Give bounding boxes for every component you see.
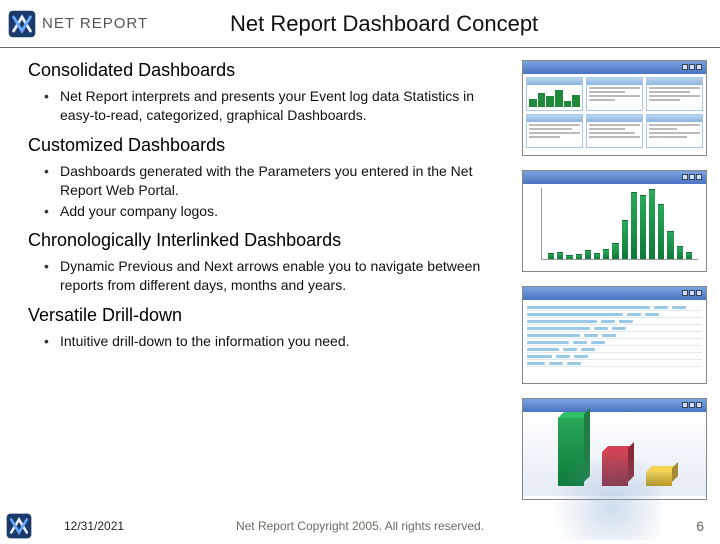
bullet-list: Dashboards generated with the Parameters… (28, 162, 510, 221)
slide-content: Consolidated Dashboards Net Report inter… (0, 48, 720, 504)
slide-footer: 12/31/2021 Net Report Copyright 2005. Al… (0, 512, 720, 540)
netreport-logo-icon (8, 10, 36, 38)
slide-header: NET REPORT Net Report Dashboard Concept (0, 0, 720, 48)
section-heading: Versatile Drill-down (28, 305, 510, 326)
bullet-item: Intuitive drill-down to the information … (44, 332, 510, 351)
window-titlebar-icon (523, 171, 706, 184)
table-thumbnail (522, 286, 707, 384)
slide-title: Net Report Dashboard Concept (200, 11, 720, 37)
window-titlebar-icon (523, 399, 706, 412)
window-titlebar-icon (523, 61, 706, 74)
page-number: 6 (696, 518, 704, 534)
bullet-item: Dynamic Previous and Next arrows enable … (44, 257, 510, 295)
brand-text: NET REPORT (42, 15, 148, 32)
barchart-thumbnail (522, 170, 707, 272)
netreport-logo-icon (6, 513, 32, 539)
bullet-list: Dynamic Previous and Next arrows enable … (28, 257, 510, 295)
bars3d-thumbnail (522, 398, 707, 500)
thumbnail-column (522, 60, 712, 504)
footer-date: 12/31/2021 (64, 519, 124, 533)
bullet-item: Dashboards generated with the Parameters… (44, 162, 510, 200)
footer-copyright: Net Report Copyright 2005. All rights re… (236, 519, 484, 533)
bullet-item: Add your company logos. (44, 202, 510, 221)
section-heading: Chronologically Interlinked Dashboards (28, 230, 510, 251)
brand-logo: NET REPORT (0, 10, 200, 38)
bullet-list: Net Report interprets and presents your … (28, 87, 510, 125)
dashboard-thumbnail (522, 60, 707, 156)
window-titlebar-icon (523, 287, 706, 300)
bullet-item: Net Report interprets and presents your … (44, 87, 510, 125)
section-heading: Consolidated Dashboards (28, 60, 510, 81)
text-column: Consolidated Dashboards Net Report inter… (28, 60, 522, 504)
bullet-list: Intuitive drill-down to the information … (28, 332, 510, 351)
section-heading: Customized Dashboards (28, 135, 510, 156)
